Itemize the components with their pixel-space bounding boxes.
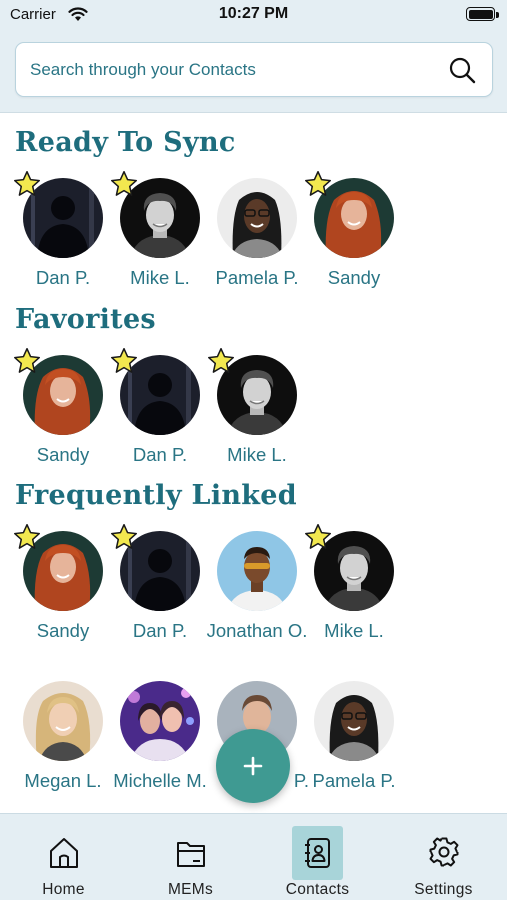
section-title-ready-to-sync: Ready To Sync [15, 127, 236, 158]
contacts-book-icon [305, 838, 330, 868]
folder-icon [177, 842, 205, 867]
favorite-star-icon [304, 170, 332, 196]
favorite-star-icon [110, 523, 138, 549]
contact-name: Pamela P. [215, 267, 299, 288]
tab-icon-container [38, 826, 89, 880]
contact-name: Sandy [327, 267, 381, 288]
search-bar[interactable] [15, 42, 493, 97]
favorite-star-icon [13, 523, 41, 549]
favorite-star-icon [207, 347, 235, 373]
contact-name: Dan P. [132, 620, 188, 641]
status-time: 10:27 PM [218, 5, 289, 22]
battery-icon [466, 7, 495, 21]
contact-name: Sandy [36, 444, 90, 465]
avatar-women-party [120, 681, 200, 761]
home-icon [50, 838, 78, 868]
contact-name: Mike L. [324, 620, 384, 641]
contact-name: Dan P. [35, 267, 91, 288]
plus-icon [243, 756, 263, 776]
header-area: Carrier 10:27 PM [0, 0, 507, 113]
tab-label: Contacts [285, 881, 350, 898]
avatar-woman-glasses [217, 178, 297, 258]
status-bar: Carrier 10:27 PM [0, 0, 507, 32]
tab-label: MEMs [167, 881, 214, 898]
contact-name: Dan P. [132, 444, 188, 465]
section-title-favorites: Favorites [15, 304, 156, 335]
avatar-man-sunglasses [217, 531, 297, 611]
tab-home[interactable]: Home [0, 814, 127, 900]
tab-icon-container [418, 826, 469, 880]
favorite-star-icon [13, 347, 41, 373]
favorite-star-icon [304, 523, 332, 549]
search-input[interactable] [30, 43, 430, 96]
add-contact-button[interactable] [216, 729, 290, 803]
favorite-star-icon [110, 347, 138, 373]
tab-contacts[interactable]: Contacts [254, 814, 381, 900]
gear-icon [429, 837, 459, 867]
tab-icon-container [292, 826, 343, 880]
tab-label: Home [42, 881, 85, 898]
contact-name: Mike L. [130, 267, 190, 288]
favorite-star-icon [13, 170, 41, 196]
contact-name: Sandy [36, 620, 90, 641]
favorite-star-icon [110, 170, 138, 196]
contact-name: Jonathan O. [206, 620, 308, 641]
tab-mems[interactable]: MEMs [127, 814, 254, 900]
contact-name: Michelle M. [113, 770, 207, 791]
contact-name: Pamela P. [312, 770, 396, 791]
tab-bar: Home MEMs Contacts Settings [0, 813, 507, 900]
contact-name: Mike L. [227, 444, 287, 465]
tab-label: Settings [414, 881, 473, 898]
battery-nub [496, 12, 499, 18]
contact-name: Megan L. [24, 770, 102, 791]
tab-settings[interactable]: Settings [380, 814, 507, 900]
avatar-woman-glasses [314, 681, 394, 761]
search-icon[interactable] [448, 56, 476, 84]
section-title-frequently-linked: Frequently Linked [15, 480, 297, 511]
avatar-woman-blonde [23, 681, 103, 761]
tab-icon-container [165, 826, 216, 880]
